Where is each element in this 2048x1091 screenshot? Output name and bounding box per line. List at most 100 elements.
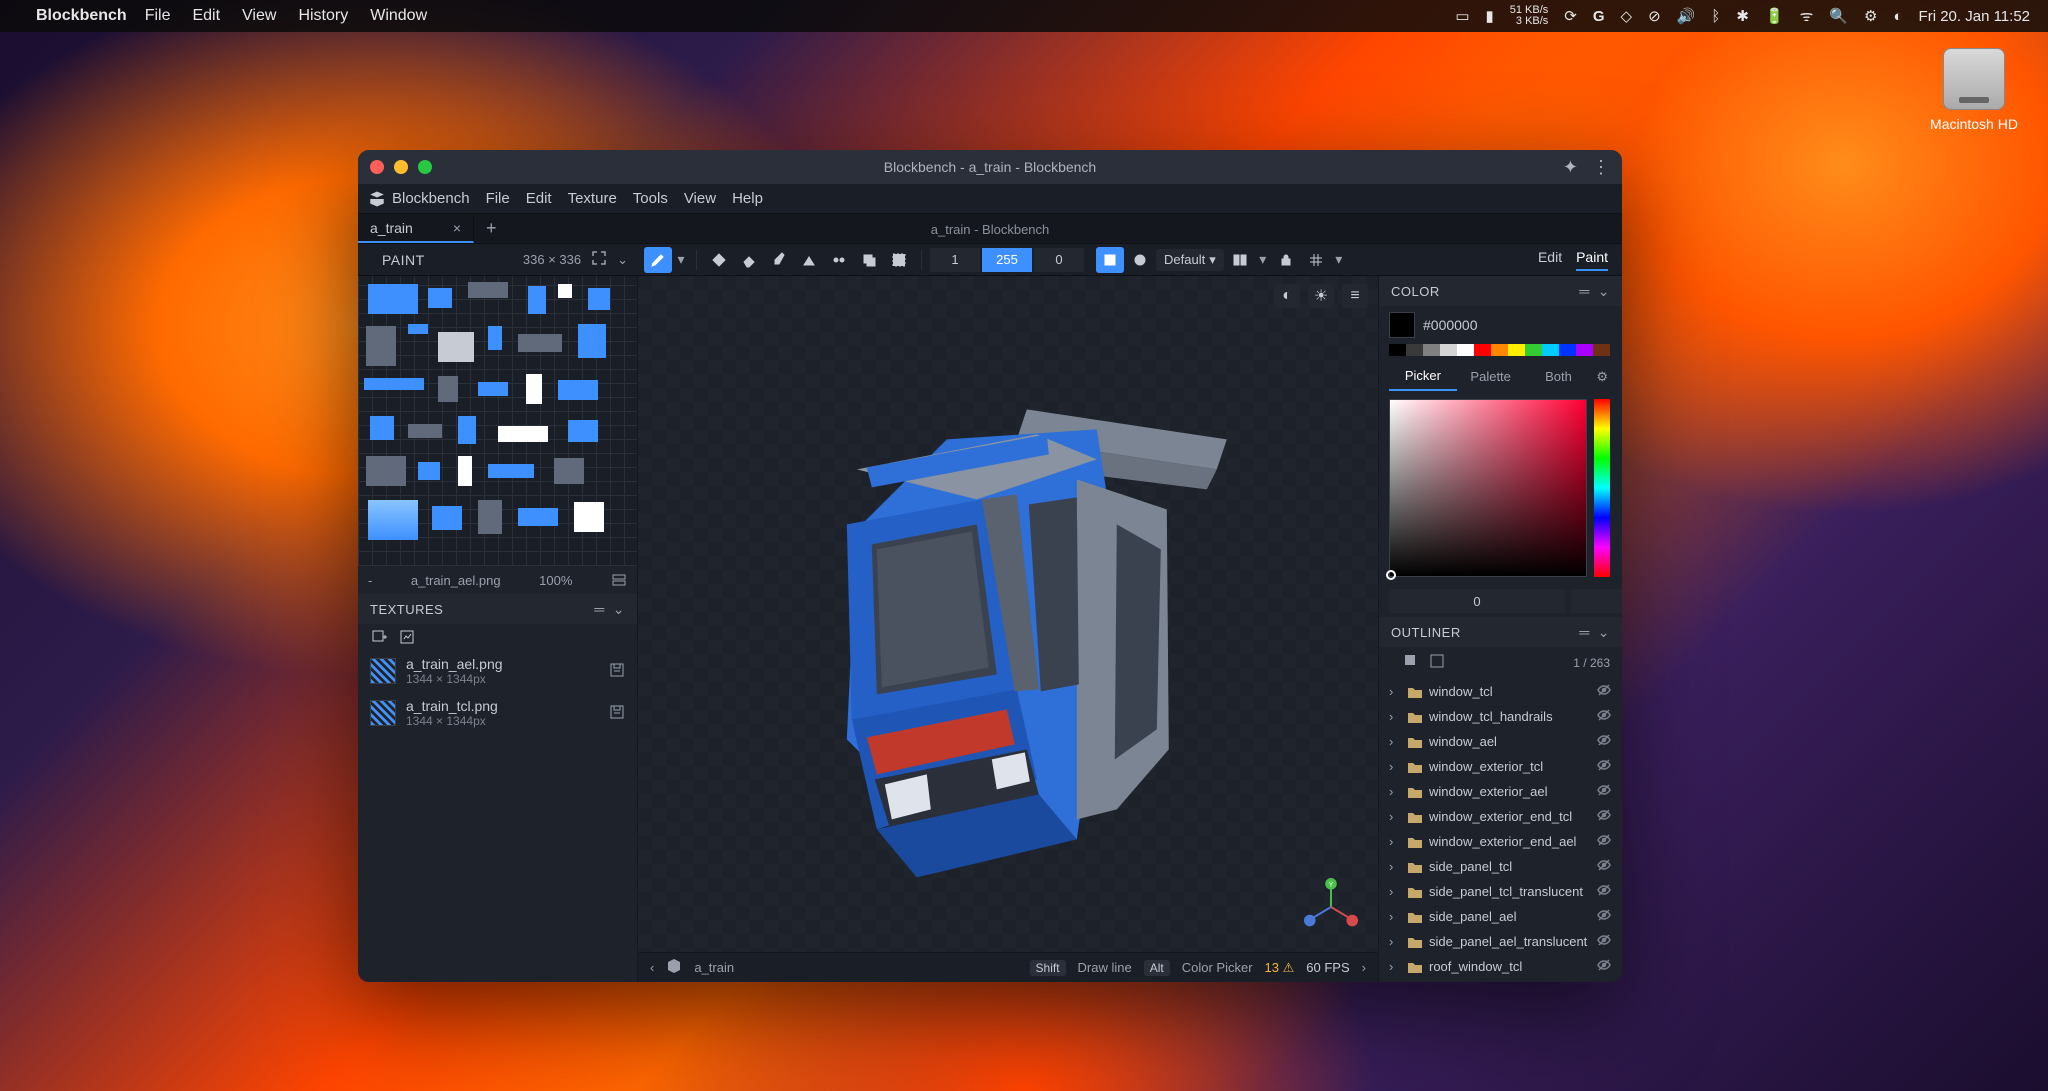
network-speed-widget[interactable]: 51 KB/s 3 KB/s [1510, 5, 1549, 27]
visibility-toggle-icon[interactable] [1596, 857, 1612, 876]
color-collapse-icon[interactable]: ═ [1579, 283, 1589, 300]
menubar-search-icon[interactable]: 🔍 [1829, 7, 1848, 25]
visibility-toggle-icon[interactable] [1596, 732, 1612, 751]
fullscreen-icon[interactable] [591, 250, 607, 269]
visibility-toggle-icon[interactable] [1596, 807, 1612, 826]
texture-item[interactable]: a_train_ael.png1344 × 1344px [358, 650, 637, 692]
palette-swatch[interactable] [1525, 344, 1542, 356]
shape-tool-button[interactable] [795, 247, 823, 273]
color-menu-icon[interactable]: ⌄ [1598, 283, 1610, 300]
status-next-icon[interactable]: › [1362, 960, 1366, 975]
brush-size-input[interactable] [930, 248, 980, 272]
chevron-right-icon[interactable]: › [1389, 934, 1401, 949]
color-picker-tool-button[interactable] [765, 247, 793, 273]
blockbench-logo[interactable]: Blockbench [368, 190, 470, 208]
palette-swatch[interactable] [1406, 344, 1423, 356]
menubar-link-icon[interactable]: ⊘ [1648, 7, 1661, 25]
both-tab[interactable]: Both [1525, 363, 1593, 390]
select-tool-button[interactable] [885, 247, 913, 273]
visibility-toggle-icon[interactable] [1596, 932, 1612, 951]
menubar-app-name[interactable]: Blockbench [36, 7, 127, 25]
appmenu-help[interactable]: Help [732, 190, 763, 207]
visibility-toggle-icon[interactable] [1596, 757, 1612, 776]
brush-dropdown-icon[interactable]: ▾ [674, 247, 688, 273]
menubar-volume-icon[interactable]: 🔊 [1677, 7, 1696, 25]
mirror-tool-button[interactable] [1226, 247, 1254, 273]
chevron-right-icon[interactable]: › [1389, 859, 1401, 874]
outliner-row[interactable]: › side_panel_tcl [1379, 854, 1622, 879]
texture-item[interactable]: a_train_tcl.png1344 × 1344px [358, 692, 637, 734]
lock-tool-button[interactable] [1272, 247, 1300, 273]
outliner-collapse-icon[interactable]: ═ [1579, 624, 1589, 641]
palette-swatch[interactable] [1474, 344, 1491, 356]
chevron-right-icon[interactable]: › [1389, 784, 1401, 799]
outliner-row[interactable]: › side_panel_ael_translucent [1379, 929, 1622, 954]
saturation-value-field[interactable] [1389, 399, 1587, 577]
chevron-right-icon[interactable]: › [1389, 684, 1401, 699]
mode-paint-button[interactable]: Paint [1576, 249, 1608, 271]
mode-edit-button[interactable]: Edit [1538, 249, 1562, 271]
gradient-tool-button[interactable] [825, 247, 853, 273]
panel-options-icon[interactable]: ⌄ [617, 252, 628, 268]
outliner-panel-header[interactable]: OUTLINER ═⌄ [1379, 617, 1622, 647]
palette-swatch[interactable] [1457, 344, 1474, 356]
menubar-bluetooth-icon[interactable]: ᛒ [1711, 8, 1720, 25]
viewport-shading-icon[interactable]: ☀ [1308, 284, 1334, 308]
outliner-menu-icon[interactable]: ⌄ [1598, 624, 1610, 641]
viewport-settings-icon[interactable]: ◐ [1274, 284, 1300, 308]
current-color-swatch[interactable] [1389, 312, 1415, 338]
palette-swatch[interactable] [1508, 344, 1525, 356]
square-brush-button[interactable] [1096, 247, 1124, 273]
outliner-row[interactable]: › window_exterior_ael [1379, 779, 1622, 804]
red-input[interactable] [1389, 589, 1565, 613]
brush-opacity-input[interactable] [982, 248, 1032, 272]
chevron-right-icon[interactable]: › [1389, 709, 1401, 724]
chevron-right-icon[interactable]: › [1389, 734, 1401, 749]
warning-count[interactable]: 13 ⚠ [1265, 960, 1295, 976]
uv-layout-icon[interactable] [611, 572, 627, 588]
close-tab-icon[interactable]: × [453, 220, 461, 236]
palette-swatch[interactable] [1593, 344, 1610, 356]
3d-viewport[interactable]: ◐ ☀ ≡ Y ‹ a_train Shift Draw line Al [638, 276, 1378, 982]
picker-tab[interactable]: Picker [1389, 362, 1457, 391]
grid-tool-button[interactable] [1302, 247, 1330, 273]
import-texture-button[interactable] [398, 628, 416, 646]
window-titlebar[interactable]: Blockbench - a_train - Blockbench ✦ ⋮ [358, 150, 1622, 184]
new-tab-button[interactable]: + [474, 218, 509, 239]
brush-preset-select[interactable]: Default▾ [1156, 249, 1224, 271]
copy-tool-button[interactable] [855, 247, 883, 273]
tab-a-train[interactable]: a_train × [358, 214, 474, 243]
outliner-row[interactable]: › roof_window_tcl [1379, 954, 1622, 979]
minimize-window-button[interactable] [394, 160, 408, 174]
menubar-battery2-icon[interactable]: 🔋 [1765, 7, 1784, 25]
palette-swatch[interactable] [1576, 344, 1593, 356]
menubar-battery-icon[interactable]: ▮ [1486, 7, 1494, 25]
menubar-wifi-icon[interactable]: ᯤ [1800, 6, 1814, 26]
color-picker[interactable] [1379, 391, 1622, 585]
visibility-toggle-icon[interactable] [1596, 707, 1612, 726]
palette-swatch[interactable] [1491, 344, 1508, 356]
green-input[interactable] [1571, 589, 1622, 613]
menubar-star-icon[interactable]: ✱ [1736, 7, 1749, 25]
chevron-right-icon[interactable]: › [1389, 909, 1401, 924]
chevron-right-icon[interactable]: › [1389, 759, 1401, 774]
add-cube-button[interactable] [1403, 653, 1419, 669]
color-settings-icon[interactable]: ⚙ [1592, 369, 1612, 385]
maximize-window-button[interactable] [418, 160, 432, 174]
menubar-view[interactable]: View [242, 7, 276, 25]
outliner-row[interactable]: › window_exterior_end_tcl [1379, 804, 1622, 829]
chevron-right-icon[interactable]: › [1389, 809, 1401, 824]
textures-panel-header[interactable]: TEXTURES ═⌄ [358, 594, 637, 624]
menubar-clock[interactable]: Fri 20. Jan 11:52 [1919, 8, 2030, 25]
color-panel-header[interactable]: COLOR ═⌄ [1379, 276, 1622, 306]
outliner-row[interactable]: › side_panel_tcl_translucent [1379, 879, 1622, 904]
orientation-gizmo[interactable]: Y [1302, 878, 1360, 936]
textures-menu-icon[interactable]: ⌄ [613, 601, 625, 618]
menubar-window[interactable]: Window [370, 7, 427, 25]
outliner-row[interactable]: › window_ael [1379, 729, 1622, 754]
palette-swatch[interactable] [1389, 344, 1406, 356]
close-window-button[interactable] [370, 160, 384, 174]
add-texture-button[interactable] [370, 628, 388, 646]
palette-swatch[interactable] [1423, 344, 1440, 356]
palette-swatch[interactable] [1542, 344, 1559, 356]
